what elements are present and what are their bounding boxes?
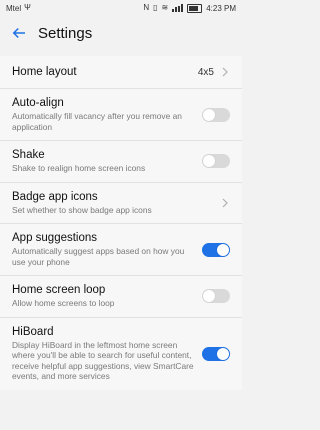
auto-align-toggle[interactable] — [202, 107, 230, 122]
setting-home-layout[interactable]: Home layout 4x5 — [0, 56, 242, 89]
carrier-label: Mtel — [6, 3, 22, 13]
app-bar: Settings — [0, 16, 242, 50]
battery-icon — [187, 3, 203, 13]
setting-shake[interactable]: Shake Shake to realign home screen icons — [0, 141, 242, 183]
nfc-icon: N — [143, 3, 150, 12]
home-screen-loop-toggle[interactable] — [202, 289, 230, 304]
app-suggestions-toggle[interactable] — [202, 242, 230, 257]
setting-label: Home layout — [12, 66, 77, 78]
settings-list: Home layout 4x5 Auto-align Automatically… — [0, 56, 242, 390]
setting-description: Display HiBoard in the leftmost home scr… — [12, 339, 194, 382]
setting-app-suggestions[interactable]: App suggestions Automatically suggest ap… — [0, 224, 242, 276]
setting-hiboard[interactable]: HiBoard Display HiBoard in the leftmost … — [0, 318, 242, 390]
chevron-right-icon — [222, 67, 228, 77]
setting-label: Auto-align — [12, 97, 64, 109]
wifi-icon: ≋ — [161, 3, 169, 12]
setting-home-screen-loop[interactable]: Home screen loop Allow home screens to l… — [0, 276, 242, 318]
signal-icon — [172, 4, 184, 12]
setting-label: HiBoard — [12, 325, 54, 338]
setting-description: Automatically suggest apps based on how … — [12, 246, 185, 267]
page-title: Settings — [38, 24, 93, 42]
setting-label: App suggestions — [12, 232, 98, 244]
back-button[interactable] — [8, 22, 30, 44]
setting-label: Home screen loop — [12, 284, 106, 296]
setting-label: Badge app icons — [12, 190, 98, 203]
setting-badge-app-icons[interactable]: Badge app icons Set whether to show badg… — [0, 183, 242, 224]
status-bar: Mtel Ψ N ▯ ≋ 4:23 PM — [0, 0, 242, 16]
setting-label: Shake — [12, 149, 45, 161]
setting-auto-align[interactable]: Auto-align Automatically fill vacancy af… — [0, 89, 242, 141]
back-arrow-icon — [12, 27, 25, 39]
setting-description: Set whether to show badge app icons — [12, 204, 152, 215]
chevron-right-icon — [222, 198, 228, 208]
shake-toggle[interactable] — [202, 154, 230, 169]
usb-icon: Ψ — [24, 3, 31, 12]
clock: 4:23 PM — [206, 3, 236, 13]
hiboard-toggle[interactable] — [202, 346, 230, 361]
vibrate-icon: ▯ — [153, 3, 158, 12]
setting-description: Automatically fill vacancy after you rem… — [12, 111, 182, 132]
setting-value: 4x5 — [197, 66, 214, 78]
setting-description: Shake to realign home screen icons — [12, 163, 146, 173]
setting-description: Allow home screens to loop — [12, 298, 115, 308]
